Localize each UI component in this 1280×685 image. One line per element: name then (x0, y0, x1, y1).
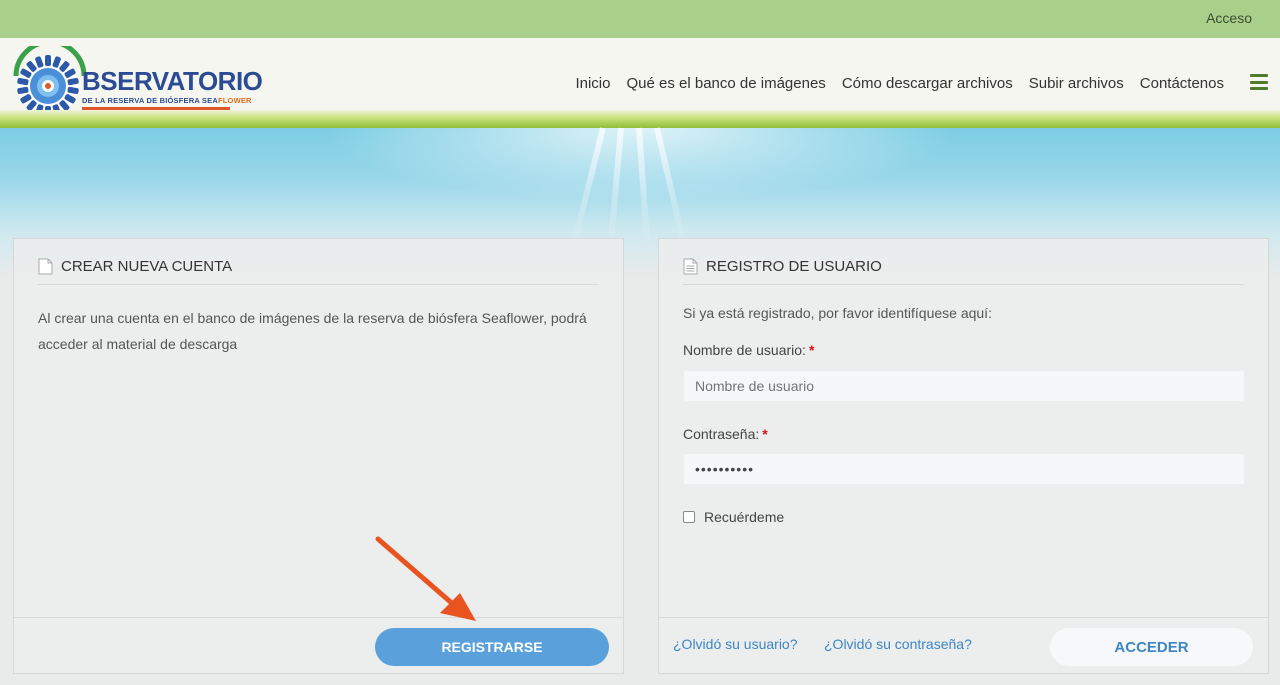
document-icon (38, 258, 53, 275)
logo-wordmark: BSERVATORIO (82, 66, 263, 96)
forgot-password-link[interactable]: ¿Olvidó su contraseña? (824, 636, 972, 652)
nav-item-contact[interactable]: Contáctenos (1140, 75, 1224, 92)
header-stripe (0, 110, 1280, 128)
site-header: BSERVATORIO DE LA RESERVA DE BIÓSFERA SE… (0, 38, 1280, 117)
remember-me-label: Recuérdeme (704, 509, 785, 525)
register-button[interactable]: REGISTRARSE (375, 628, 609, 666)
login-link[interactable]: Acceso (1206, 10, 1252, 26)
login-panel: REGISTRO DE USUARIO Si ya está registrad… (658, 238, 1269, 674)
remember-me-row: Recuérdeme (683, 509, 784, 525)
login-intro: Si ya está registrado, por favor identif… (683, 305, 992, 321)
login-submit-button[interactable]: ACCEDER (1050, 628, 1253, 666)
create-account-description: Al crear una cuenta en el banco de imáge… (38, 310, 587, 352)
logo-tagline: DE LA RESERVA DE BIÓSFERA SEAFLOWER (82, 96, 252, 105)
nav-item-about[interactable]: Qué es el banco de imágenes (627, 75, 826, 92)
sun-logo-icon (13, 46, 87, 117)
divider (14, 617, 623, 618)
arrow-annotation-icon (375, 536, 476, 621)
remember-me-checkbox[interactable] (683, 511, 695, 523)
username-input[interactable] (683, 370, 1245, 402)
panel-title: REGISTRO DE USUARIO (683, 258, 882, 275)
site-logo[interactable]: BSERVATORIO DE LA RESERVA DE BIÓSFERA SE… (12, 46, 263, 117)
panel-title: CREAR NUEVA CUENTA (38, 258, 232, 275)
divider (683, 284, 1244, 285)
password-label: Contraseña: * (683, 426, 768, 442)
nav-item-download-help[interactable]: Cómo descargar archivos (842, 75, 1013, 92)
nav-item-inicio[interactable]: Inicio (575, 75, 610, 92)
username-label: Nombre de usuario: * (683, 342, 815, 358)
main-nav: Inicio Qué es el banco de imágenes Cómo … (575, 75, 1224, 92)
nav-item-upload[interactable]: Subir archivos (1029, 75, 1124, 92)
top-bar: Acceso (0, 0, 1280, 38)
divider (659, 617, 1268, 618)
password-input[interactable]: •••••••••• (683, 453, 1245, 485)
create-account-panel: CREAR NUEVA CUENTA Al crear una cuenta e… (13, 238, 624, 674)
menu-icon[interactable] (1250, 74, 1268, 90)
document-lines-icon (683, 258, 698, 275)
divider (38, 284, 599, 285)
forgot-username-link[interactable]: ¿Olvidó su usuario? (673, 636, 798, 652)
